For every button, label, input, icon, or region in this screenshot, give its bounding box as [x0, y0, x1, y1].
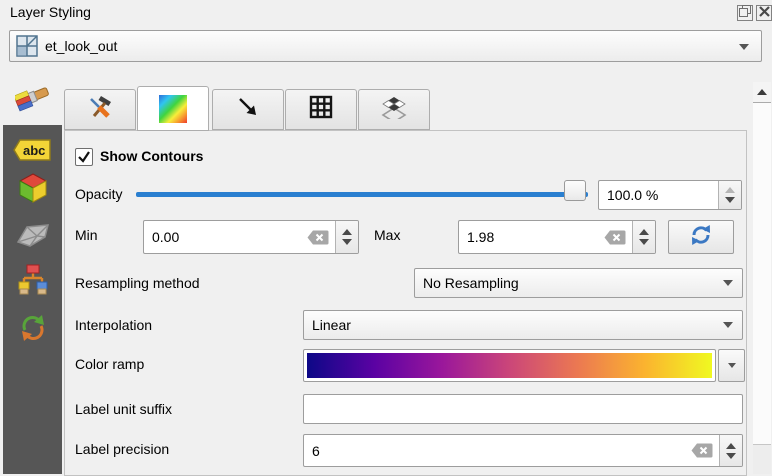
label-unit-suffix-label: Label unit suffix: [75, 401, 172, 417]
show-contours-checkbox[interactable]: [75, 148, 93, 166]
renderer-settings-panel: Show Contours Opacity 100.0 % Min 0.00 M…: [64, 130, 747, 476]
labels-abc-icon: abc: [13, 138, 53, 167]
resampling-label: Resampling method: [75, 275, 200, 291]
layer-selector-value: et_look_out: [45, 38, 117, 54]
chevron-down-icon: [739, 44, 749, 50]
close-panel-button[interactable]: [756, 5, 772, 21]
max-spinbox[interactable]: 1.98: [458, 220, 656, 254]
raster-layer-icon: [16, 35, 38, 57]
label-precision-spin-buttons: [719, 435, 742, 466]
label-precision-label: Label precision: [75, 441, 169, 457]
close-icon: [759, 4, 770, 22]
resampling-dropdown[interactable]: No Resampling: [414, 268, 743, 298]
spin-up-icon[interactable]: [726, 443, 736, 449]
layers-icon: [380, 95, 408, 124]
sidebar-item-3d-view[interactable]: [3, 168, 62, 212]
max-clear-button[interactable]: [604, 230, 626, 245]
max-spin-buttons: [632, 221, 655, 253]
label-unit-suffix-input[interactable]: [303, 394, 743, 424]
live-update-icon: [18, 313, 48, 348]
layer-selector-dropdown[interactable]: et_look_out: [9, 30, 762, 62]
panel-titlebar: Layer Styling: [0, 0, 772, 26]
opacity-label: Opacity: [75, 186, 122, 202]
3d-cube-icon: [17, 171, 49, 210]
svg-text:abc: abc: [23, 143, 45, 158]
color-ramp-gradient: [307, 353, 712, 378]
label-precision-clear-button[interactable]: [691, 443, 713, 458]
scrollbar-thumb[interactable]: [753, 103, 771, 445]
max-value: 1.98: [467, 229, 604, 245]
spin-down-icon[interactable]: [725, 197, 735, 203]
tab-transparency-layers[interactable]: [358, 89, 430, 130]
refresh-min-max-button[interactable]: [668, 220, 734, 254]
color-ramp-icon: [159, 95, 187, 123]
label-precision-spinbox[interactable]: 6: [303, 434, 743, 467]
mesh-icon: [16, 220, 50, 253]
opacity-spin-buttons: [718, 181, 741, 209]
tab-tools[interactable]: [64, 89, 136, 130]
check-icon: [77, 150, 91, 164]
refresh-icon: [690, 224, 712, 251]
opacity-slider-handle[interactable]: [564, 180, 586, 201]
scroll-up-icon: [757, 89, 767, 95]
opacity-value: 100.0 %: [607, 187, 718, 203]
sidebar-item-style-history[interactable]: [3, 260, 62, 304]
diagonal-arrow-icon: [236, 95, 260, 124]
float-icon: [739, 4, 751, 22]
grid-icon: [308, 94, 334, 125]
chevron-down-icon: [723, 322, 733, 328]
sidebar-item-symbology[interactable]: [3, 78, 62, 122]
clear-backspace-icon: [691, 443, 713, 458]
tab-contour-lines[interactable]: [212, 89, 284, 130]
min-label: Min: [75, 227, 98, 243]
spin-up-icon[interactable]: [342, 229, 352, 235]
chevron-down-icon: [728, 363, 736, 368]
interpolation-value: Linear: [312, 317, 723, 333]
chevron-down-icon: [723, 280, 733, 286]
panel-title: Layer Styling: [10, 4, 91, 20]
interpolation-dropdown[interactable]: Linear: [303, 310, 743, 340]
interpolation-label: Interpolation: [75, 317, 152, 333]
min-spin-buttons: [335, 221, 358, 253]
spin-up-icon[interactable]: [725, 187, 735, 193]
opacity-spinbox[interactable]: 100.0 %: [598, 180, 742, 210]
spin-down-icon[interactable]: [342, 239, 352, 245]
styling-sidebar: abc: [3, 72, 62, 474]
style-history-icon: [16, 263, 50, 302]
tab-grid[interactable]: [285, 89, 357, 130]
scrollbar-up-button[interactable]: [753, 82, 771, 103]
tools-icon: [87, 94, 113, 125]
float-panel-button[interactable]: [737, 5, 753, 21]
opacity-slider-track[interactable]: [136, 192, 588, 197]
symbology-brush-icon: [15, 80, 51, 121]
color-ramp-dropdown-button[interactable]: [718, 349, 745, 382]
color-ramp-button[interactable]: [303, 349, 716, 382]
max-label: Max: [374, 227, 400, 243]
spin-down-icon[interactable]: [639, 239, 649, 245]
show-contours-label: Show Contours: [100, 148, 203, 164]
sidebar-item-mesh[interactable]: [3, 214, 62, 258]
tab-color-ramp[interactable]: [137, 86, 209, 131]
min-value: 0.00: [152, 229, 307, 245]
label-precision-value: 6: [312, 443, 691, 459]
resampling-value: No Resampling: [423, 275, 723, 291]
spin-up-icon[interactable]: [639, 229, 649, 235]
min-spinbox[interactable]: 0.00: [143, 220, 359, 254]
color-ramp-label: Color ramp: [75, 356, 144, 372]
sidebar-item-live-update[interactable]: [3, 308, 62, 352]
spin-down-icon[interactable]: [726, 453, 736, 459]
vertical-scrollbar[interactable]: [753, 82, 771, 474]
clear-backspace-icon: [307, 230, 329, 245]
clear-backspace-icon: [604, 230, 626, 245]
min-clear-button[interactable]: [307, 230, 329, 245]
